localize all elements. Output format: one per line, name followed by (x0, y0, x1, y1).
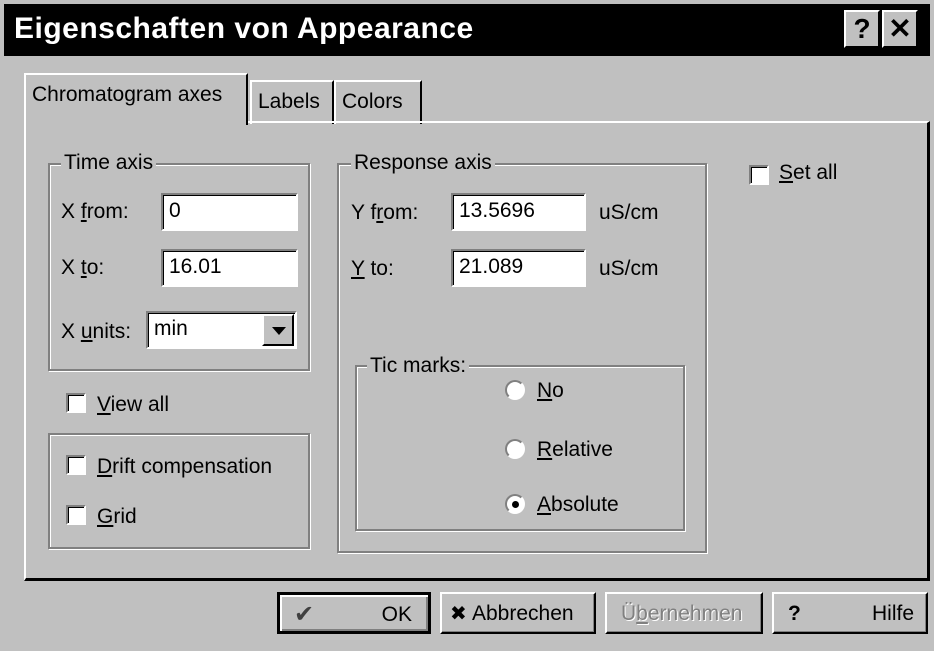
y-from-label: Y from: (351, 201, 419, 224)
drift-compensation-checkbox[interactable] (66, 455, 86, 475)
tic-marks-absolute-radio[interactable] (505, 494, 525, 514)
tic-marks-label: Tic marks: (367, 355, 470, 377)
response-axis-label: Response axis (351, 152, 495, 174)
x-units-select[interactable]: min (146, 311, 297, 349)
cross-icon: ✖ (450, 603, 467, 625)
time-axis-label: Time axis (61, 152, 157, 174)
y-to-unit: uS/cm (599, 257, 659, 280)
tab-label: Colors (342, 90, 403, 113)
y-to-input[interactable]: 21.089 (451, 249, 586, 287)
apply-label: Übernehmen (621, 602, 743, 625)
cancel-button[interactable]: ✖ Abbrechen (440, 592, 596, 634)
help-title-button[interactable]: ? (844, 10, 880, 48)
apply-button[interactable]: Übernehmen (605, 592, 763, 634)
x-units-label: X units: (61, 320, 132, 343)
help-button[interactable]: ? Hilfe (772, 592, 928, 634)
tab-chromatogram-axes[interactable]: Chromatogram axes (24, 73, 248, 125)
window-title: Eigenschaften von Appearance (14, 12, 474, 45)
y-from-unit: uS/cm (599, 201, 659, 224)
x-from-input[interactable]: 0 (161, 193, 298, 231)
tab-label: Labels (258, 90, 320, 113)
set-all-label[interactable]: Set all (779, 161, 837, 185)
tic-marks-no-radio[interactable] (505, 380, 525, 400)
dialog-window: Eigenschaften von Appearance ? ✕ Chromat… (0, 0, 934, 651)
view-all-checkbox[interactable] (66, 393, 86, 413)
view-all-label[interactable]: View all (97, 393, 169, 417)
x-from-label: X from: (61, 200, 129, 223)
tic-marks-absolute-label[interactable]: Absolute (537, 493, 619, 517)
tic-marks-relative-label[interactable]: Relative (537, 438, 613, 462)
chevron-down-icon (272, 327, 286, 335)
question-icon: ? (788, 602, 801, 625)
checkmark-icon: ✔ (294, 601, 315, 628)
grid-label[interactable]: Grid (97, 505, 137, 529)
y-to-label: Y to: (351, 257, 394, 280)
dropdown-button[interactable] (262, 314, 294, 346)
tic-marks-no-label[interactable]: No (537, 379, 564, 403)
x-units-value: min (154, 317, 188, 340)
x-to-label: X to: (61, 256, 105, 279)
x-to-input[interactable]: 16.01 (161, 249, 298, 287)
y-from-input[interactable]: 13.5696 (451, 193, 586, 231)
close-button[interactable]: ✕ (882, 10, 918, 48)
help-label: Hilfe (871, 602, 914, 625)
options-group (48, 433, 310, 549)
set-all-checkbox[interactable] (749, 165, 769, 185)
title-bar[interactable]: Eigenschaften von Appearance ? ✕ (4, 4, 930, 56)
ok-button[interactable]: ✔ OK (277, 592, 431, 634)
grid-checkbox[interactable] (66, 505, 86, 525)
cancel-label: Abbrechen (472, 602, 574, 625)
tab-label: Chromatogram axes (32, 83, 223, 106)
ok-label: OK (381, 603, 412, 626)
tab-colors[interactable]: Colors (334, 80, 422, 124)
drift-compensation-label[interactable]: Drift compensation (97, 455, 272, 479)
tab-labels[interactable]: Labels (250, 80, 334, 124)
tic-marks-relative-radio[interactable] (505, 439, 525, 459)
radio-selected-dot (512, 501, 519, 508)
